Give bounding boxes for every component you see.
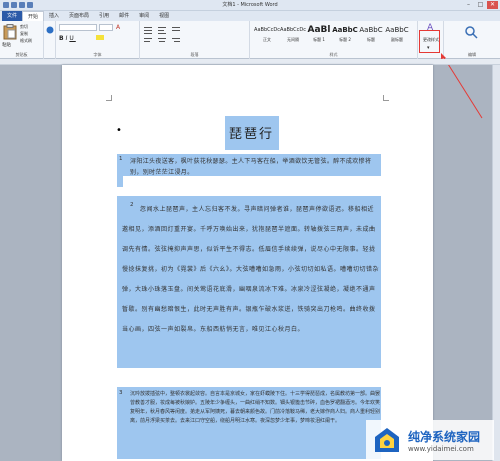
paragraph-number-1: 1 bbox=[119, 156, 123, 162]
paragraph-1[interactable]: 浔阳江头夜送客，枫叶荻花秋瑟瑟。主人下马客在船，举酒欲饮无管弦。醉不成欢惨将别，… bbox=[130, 156, 378, 180]
vertical-scrollbar[interactable] bbox=[492, 65, 500, 461]
site-watermark: 纯净系统家园 www.yidaimei.com bbox=[366, 420, 494, 460]
paragraph-number-3: 3 bbox=[119, 390, 123, 396]
document-page: • 琵琶行 1 浔阳江头夜送客，枫叶荻花秋瑟瑟。主人下马客在船，举酒欲饮无管弦。… bbox=[62, 65, 433, 461]
watermark-logo-icon bbox=[372, 425, 402, 455]
corner-mark bbox=[106, 95, 112, 101]
watermark-title: 纯净系统家园 bbox=[408, 429, 481, 444]
list-bullet: • bbox=[116, 125, 122, 136]
document-title[interactable]: 琵琶行 bbox=[229, 123, 274, 142]
watermark-url: www.yidaimei.com bbox=[408, 444, 474, 453]
corner-mark bbox=[383, 95, 389, 101]
paragraph-2[interactable]: 忽闻水上琵琶声，主人忘归客不发。寻声暗问弹者谁，琵琶声停欲语迟。移船相近邀相见，… bbox=[122, 200, 380, 366]
paragraph-3[interactable]: 沉吟放拨插弦中，整顿衣裳起敛容。自言本是京城女，家在虾蟆陵下住。十三学得琵琶成，… bbox=[130, 390, 382, 460]
selection-p1-end bbox=[117, 176, 123, 187]
